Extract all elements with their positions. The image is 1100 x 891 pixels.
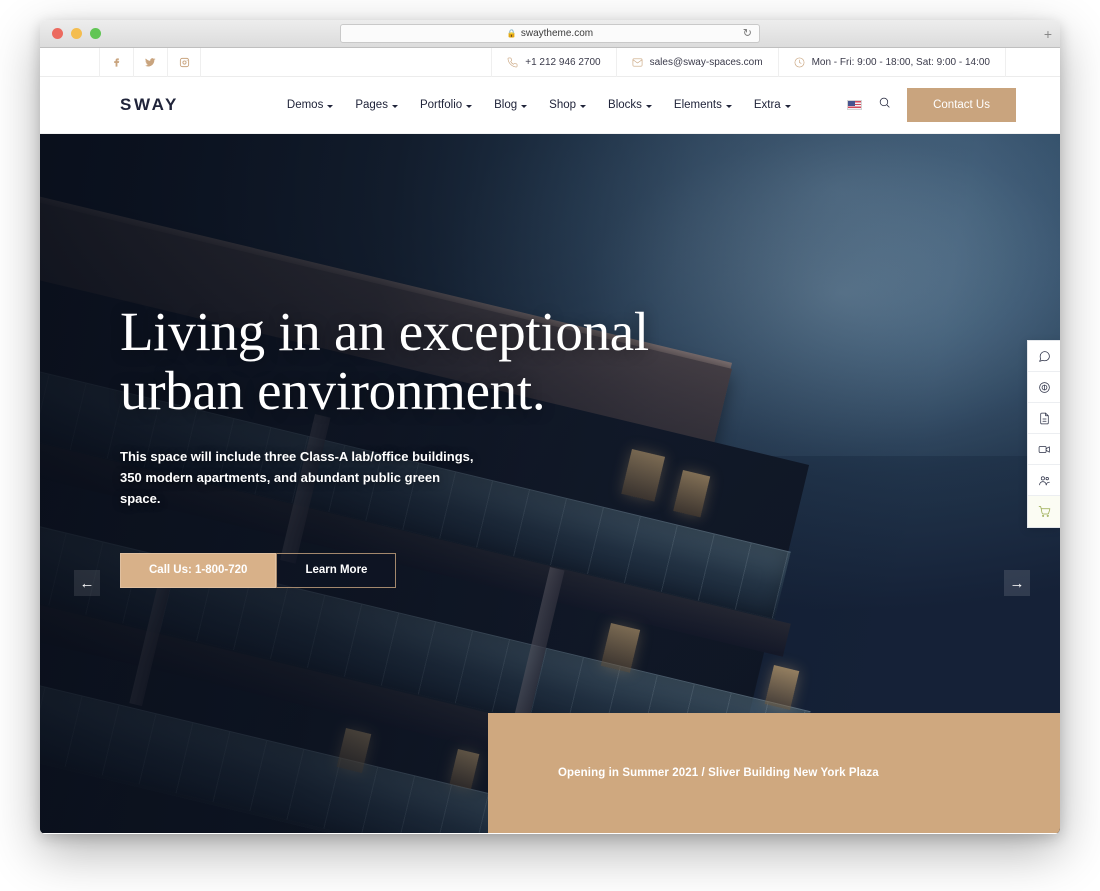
rail-item-chat[interactable] <box>1028 341 1060 372</box>
rail-item-document[interactable] <box>1028 403 1060 434</box>
side-tool-rail <box>1027 340 1060 528</box>
chevron-down-icon <box>327 104 334 108</box>
chevron-down-icon <box>466 104 473 108</box>
nav-item-blocks[interactable]: Blocks <box>608 99 652 111</box>
new-tab-icon[interactable]: + <box>1044 27 1052 41</box>
nav-label-demos: Demos <box>286 99 324 111</box>
envelope-icon <box>632 58 642 66</box>
nav-item-portfolio[interactable]: Portfolio <box>419 99 473 111</box>
hero-banner: Opening in Summer 2021 / Sliver Building… <box>488 713 1060 833</box>
navbar-right-group: Contact Us <box>847 88 1016 122</box>
hero-title: Living in an exceptional urban environme… <box>120 302 680 421</box>
slider-next-button[interactable]: → <box>1004 570 1030 596</box>
hero-title-line-1: Living in an exceptional <box>120 301 649 362</box>
hero-slider: Living in an exceptional urban environme… <box>40 134 1060 833</box>
contact-us-button[interactable]: Contact Us <box>907 88 1016 122</box>
twitter-icon <box>145 57 156 66</box>
maximize-window-button[interactable] <box>90 28 101 39</box>
phone-icon <box>507 57 518 67</box>
nav-item-elements[interactable]: Elements <box>674 99 732 111</box>
nav-item-shop[interactable]: Shop <box>549 99 587 111</box>
slider-prev-button[interactable]: ← <box>74 570 100 596</box>
clock-icon <box>794 57 804 67</box>
contact-info-group: +1 212 946 2700 sales@sway-spaces.com Mo… <box>491 48 1006 77</box>
chevron-down-icon <box>784 104 791 108</box>
twitter-link[interactable] <box>133 48 167 77</box>
us-flag-icon[interactable] <box>847 100 863 110</box>
phone-number: +1 212 946 2700 <box>525 56 601 68</box>
site-logo[interactable]: SWAY <box>120 95 179 115</box>
nav-label-pages: Pages <box>355 99 388 111</box>
chevron-down-icon <box>391 104 398 108</box>
instagram-icon <box>179 57 189 67</box>
nav-label-extra: Extra <box>753 99 781 111</box>
chevron-down-icon <box>645 104 652 108</box>
nav-label-blog: Blog <box>494 99 518 111</box>
compass-icon <box>1038 381 1050 393</box>
rail-item-compass[interactable] <box>1028 372 1060 403</box>
people-icon <box>1038 475 1050 485</box>
chevron-down-icon <box>725 104 732 108</box>
email-address: sales@sway-spaces.com <box>649 56 763 68</box>
hero-title-line-2: urban environment. <box>120 360 546 422</box>
instagram-link[interactable] <box>167 48 201 77</box>
learn-more-button[interactable]: Learn More <box>276 552 397 588</box>
chevron-down-icon <box>521 104 528 108</box>
rail-item-video[interactable] <box>1028 434 1060 465</box>
hero-buttons: Call Us: 1-800-720 Learn More <box>120 552 680 588</box>
social-links <box>99 48 201 77</box>
nav-label-blocks: Blocks <box>608 99 642 111</box>
main-menu: Demos Pages Portfolio Blog Shop Blocks E… <box>287 99 791 111</box>
opening-hours: Mon - Fri: 9:00 - 18:00, Sat: 9:00 - 14:… <box>811 56 990 68</box>
window-controls <box>52 28 101 39</box>
web-page: +1 212 946 2700 sales@sway-spaces.com Mo… <box>40 48 1060 834</box>
facebook-icon <box>114 57 120 67</box>
nav-item-pages[interactable]: Pages <box>355 99 398 111</box>
nav-item-blog[interactable]: Blog <box>494 99 528 111</box>
shopping-cart-icon <box>1038 506 1050 517</box>
chevron-down-icon <box>580 104 587 108</box>
hero-subtitle-line-2: modern apartments, and abundant public g… <box>120 469 441 506</box>
address-bar[interactable]: 🔒 swaytheme.com ↻ <box>340 24 760 43</box>
site-navbar: SWAY Demos Pages Portfolio Blog Shop Blo… <box>40 77 1060 134</box>
nav-label-shop: Shop <box>549 99 577 111</box>
address-bar-url: swaytheme.com <box>520 28 594 39</box>
rail-item-people[interactable] <box>1028 465 1060 496</box>
search-icon[interactable] <box>878 96 891 114</box>
call-us-button[interactable]: Call Us: 1-800-720 <box>120 552 277 588</box>
hero-content: Living in an exceptional urban environme… <box>120 302 680 588</box>
reload-icon[interactable]: ↻ <box>743 28 752 39</box>
browser-titlebar: 🔒 swaytheme.com ↻ + <box>40 20 1060 48</box>
site-topbar: +1 212 946 2700 sales@sway-spaces.com Mo… <box>40 48 1060 77</box>
rail-item-cart[interactable] <box>1028 496 1060 527</box>
phone-contact[interactable]: +1 212 946 2700 <box>491 48 615 77</box>
browser-window: 🔒 swaytheme.com ↻ + +1 212 946 2700 sale… <box>40 20 1060 834</box>
chat-bubble-icon <box>1038 350 1050 362</box>
hero-banner-text: Opening in Summer 2021 / Sliver Building… <box>558 767 879 779</box>
facebook-link[interactable] <box>99 48 133 77</box>
minimize-window-button[interactable] <box>71 28 82 39</box>
nav-item-extra[interactable]: Extra <box>754 99 791 111</box>
nav-label-portfolio: Portfolio <box>419 99 463 111</box>
nav-item-demos[interactable]: Demos <box>286 99 334 111</box>
close-window-button[interactable] <box>52 28 63 39</box>
nav-label-elements: Elements <box>673 99 722 111</box>
lock-icon: 🔒 <box>506 29 517 38</box>
hours-contact: Mon - Fri: 9:00 - 18:00, Sat: 9:00 - 14:… <box>777 48 1006 77</box>
hero-subtitle: This space will include three Class-A la… <box>120 446 480 509</box>
email-contact[interactable]: sales@sway-spaces.com <box>615 48 778 77</box>
video-camera-icon <box>1038 445 1050 453</box>
document-icon <box>1039 412 1049 424</box>
